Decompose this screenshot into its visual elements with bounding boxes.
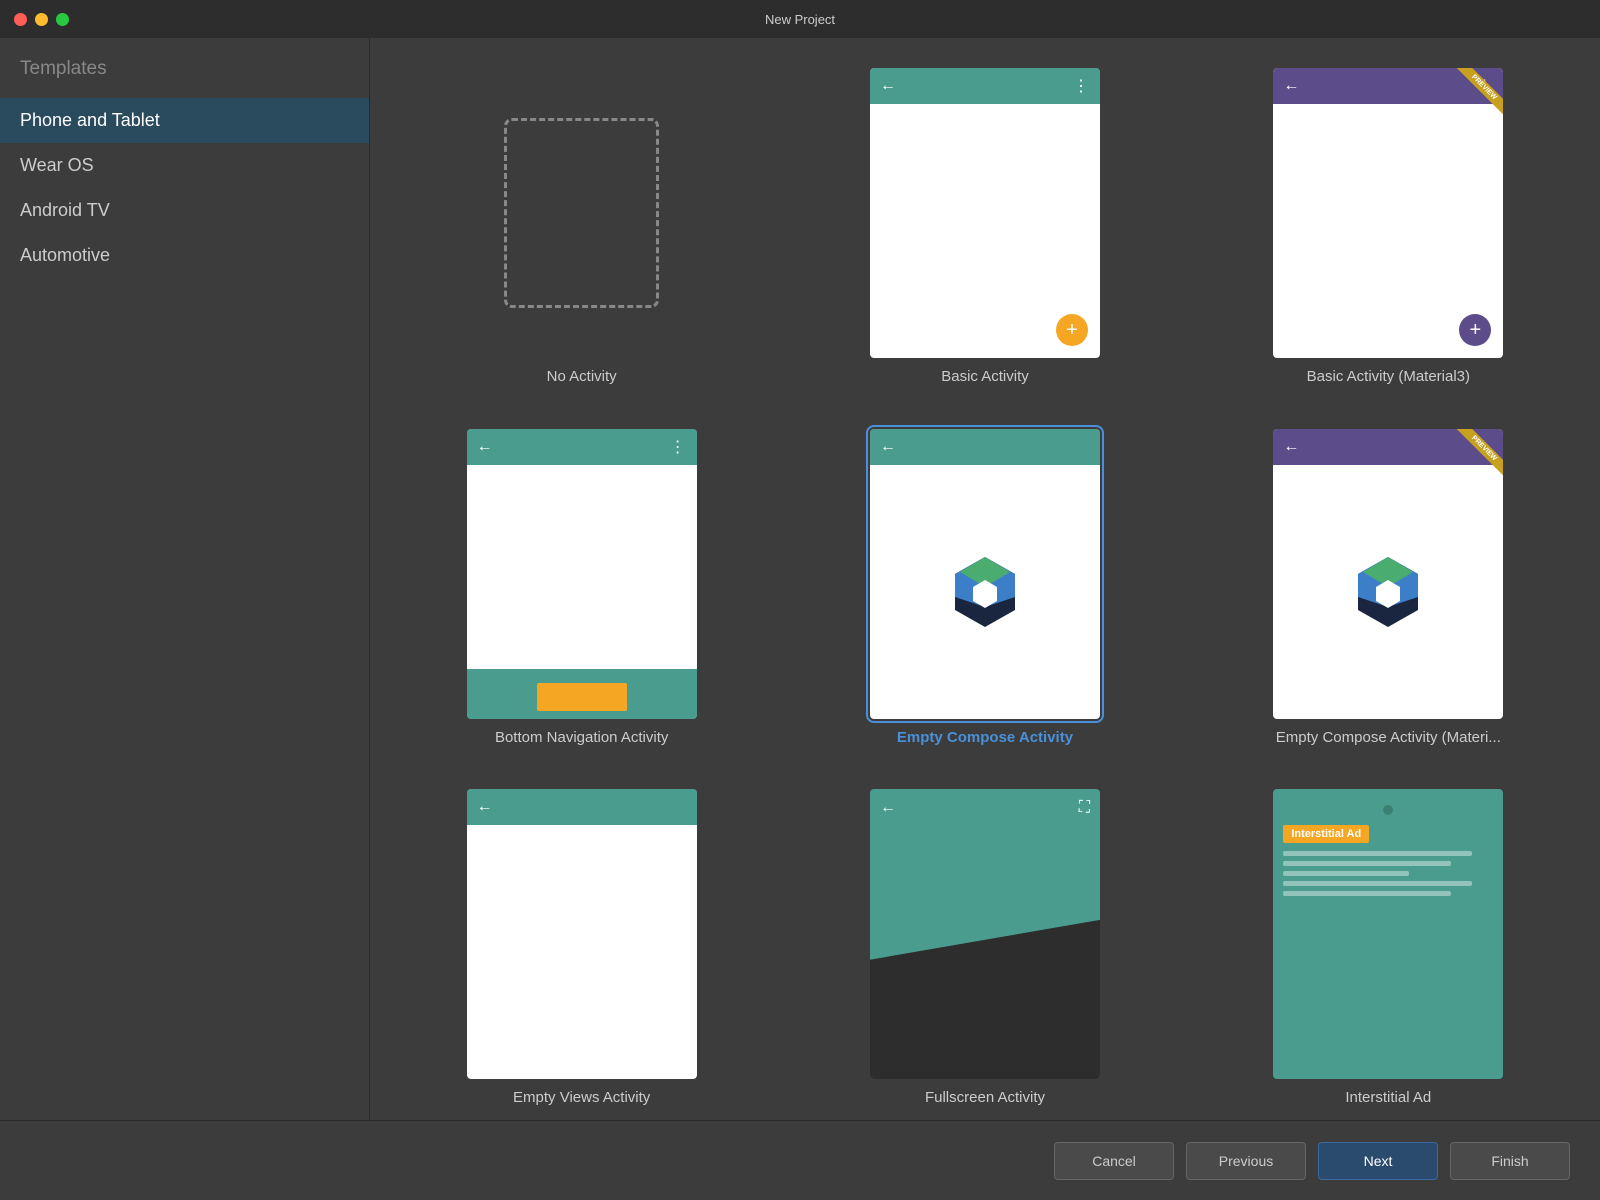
minimize-button[interactable] (35, 13, 48, 26)
interstitial-dot (1383, 805, 1393, 815)
traffic-lights (14, 13, 69, 26)
next-button[interactable]: Next (1318, 1142, 1438, 1180)
template-preview-empty-compose-material: ← (1273, 429, 1503, 719)
template-basic-activity[interactable]: ← ⋮ + Basic Activity (803, 68, 1166, 399)
template-label-basic-activity: Basic Activity (941, 368, 1029, 385)
template-label-interstitial-ad: Interstitial Ad (1345, 1089, 1431, 1106)
sidebar-item-wear-os[interactable]: Wear OS (0, 143, 369, 188)
template-empty-compose-material[interactable]: ← Empty Compose Activity (1207, 429, 1570, 760)
sidebar-item-automotive[interactable]: Automotive (0, 233, 369, 278)
template-label-basic-material3: Basic Activity (Material3) (1307, 368, 1470, 385)
template-label-no-activity: No Activity (547, 368, 617, 385)
close-button[interactable] (14, 13, 27, 26)
template-empty-views[interactable]: ← Empty Views Activity (400, 789, 763, 1120)
window-title: New Project (765, 12, 835, 27)
fab-button-material3: + (1459, 314, 1491, 346)
interstitial-lines (1283, 851, 1493, 896)
compose-logo-material (1348, 552, 1428, 632)
template-bottom-nav[interactable]: ← ⋮ Bottom Navigation Activity (400, 429, 763, 760)
template-label-fullscreen: Fullscreen Activity (925, 1089, 1045, 1106)
template-label-empty-views: Empty Views Activity (513, 1089, 650, 1106)
compose-logo (945, 552, 1025, 632)
template-label-bottom-nav: Bottom Navigation Activity (495, 729, 668, 746)
template-fullscreen[interactable]: ← ⛶ Fullscreen Activity (803, 789, 1166, 1120)
finish-button[interactable]: Finish (1450, 1142, 1570, 1180)
main-content: Templates Phone and Tablet Wear OS Andro… (0, 38, 1600, 1120)
bottom-nav-bar (467, 669, 697, 719)
content-area: No Activity ← ⋮ + Basic Activity (370, 38, 1600, 1120)
template-interstitial-ad[interactable]: Interstitial Ad Interstitial Ad (1207, 789, 1570, 1120)
sidebar-item-phone-tablet[interactable]: Phone and Tablet (0, 98, 369, 143)
templates-grid: No Activity ← ⋮ + Basic Activity (400, 68, 1570, 1120)
template-preview-basic-material3: ← ⋮ + (1273, 68, 1503, 358)
template-preview-fullscreen: ← ⛶ (870, 789, 1100, 1079)
template-preview-no-activity (467, 68, 697, 358)
template-preview-bottom-nav: ← ⋮ (467, 429, 697, 719)
template-empty-compose[interactable]: ← (803, 429, 1166, 760)
phone-topbar: ← ⋮ (870, 68, 1100, 104)
template-no-activity[interactable]: No Activity (400, 68, 763, 399)
sidebar: Templates Phone and Tablet Wear OS Andro… (0, 38, 370, 1120)
sidebar-header: Templates (0, 58, 369, 98)
titlebar: New Project (0, 0, 1600, 38)
template-preview-empty-compose: ← (870, 429, 1100, 719)
cancel-button[interactable]: Cancel (1054, 1142, 1174, 1180)
template-preview-interstitial-ad: Interstitial Ad (1273, 789, 1503, 1079)
template-label-empty-compose: Empty Compose Activity (897, 729, 1073, 746)
interstitial-ad-badge: Interstitial Ad (1283, 825, 1369, 843)
preview-badge-material (1453, 429, 1503, 479)
template-preview-basic-activity: ← ⋮ + (870, 68, 1100, 358)
fab-button: + (1056, 314, 1088, 346)
template-basic-activity-material3[interactable]: ← ⋮ + Basic Activity (Material3) (1207, 68, 1570, 399)
previous-button[interactable]: Previous (1186, 1142, 1306, 1180)
preview-badge (1453, 68, 1503, 118)
bottom-bar: Cancel Previous Next Finish (0, 1120, 1600, 1200)
template-preview-empty-views: ← (467, 789, 697, 1079)
sidebar-item-android-tv[interactable]: Android TV (0, 188, 369, 233)
template-label-empty-compose-material: Empty Compose Activity (Materi... (1276, 729, 1501, 746)
maximize-button[interactable] (56, 13, 69, 26)
